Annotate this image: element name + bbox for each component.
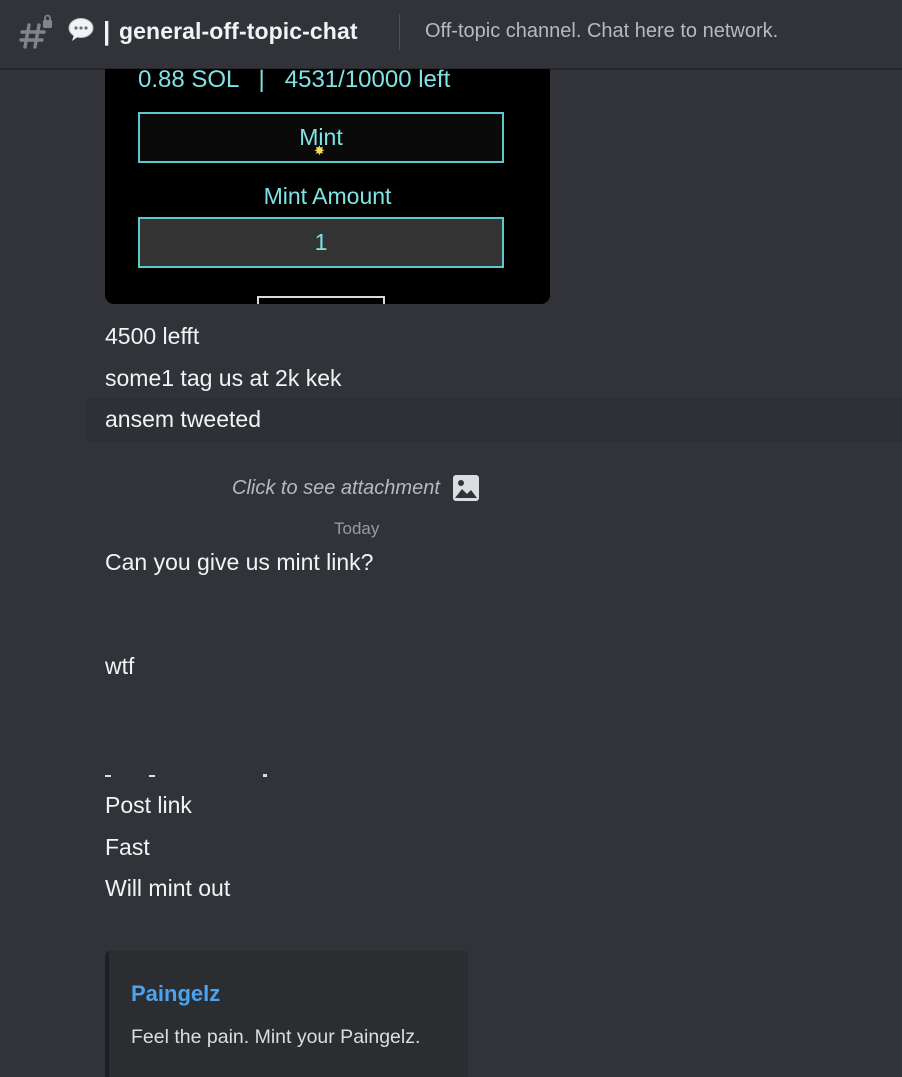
message-text: Fast — [105, 834, 150, 860]
attachment-label: Click to see attachment — [232, 476, 440, 499]
channel-name: general-off-topic-chat — [119, 18, 358, 44]
mint-stats-text: 0.88 SOL | 4531/10000 left — [138, 66, 451, 93]
message-text: 4500 lefft — [105, 323, 200, 349]
clipped-text-fragment — [105, 774, 267, 777]
message-text: Can you give us mint link? — [105, 549, 374, 575]
date-divider: Today — [334, 519, 380, 538]
mint-amount-field-image: 1 — [138, 217, 504, 268]
message-text: wtf — [105, 653, 135, 679]
message-text: Will mint out — [105, 875, 231, 901]
cropped-box — [257, 296, 385, 304]
attachment-spoiler[interactable]: Click to see attachment — [232, 473, 480, 503]
channel-header: | general-off-topic-chat Off-topic chann… — [0, 0, 902, 69]
speech-bubble-icon — [68, 18, 94, 41]
cursor-sparkle-icon: ✸ — [314, 143, 325, 158]
header-divider — [399, 14, 400, 50]
mint-amount-value: 1 — [314, 229, 328, 255]
locked-hash-icon — [19, 14, 52, 49]
message-text: ansem tweeted — [105, 406, 261, 432]
mint-amount-label: Mint Amount — [263, 183, 392, 209]
embed-description: Feel the pain. Mint your Paingelz. — [131, 1026, 421, 1048]
image-icon — [452, 475, 479, 501]
message-text: some1 tag us at 2k kek — [105, 365, 342, 391]
channel-name-separator: | — [103, 16, 111, 46]
embed-title-link[interactable]: Paingelz — [131, 981, 220, 1007]
mint-screenshot-image[interactable]: 0.88 SOL | 4531/10000 left Mint ✸ Mint A… — [105, 40, 550, 304]
channel-topic[interactable]: Off-topic channel. Chat here to network. — [425, 18, 778, 44]
link-embed: Paingelz Feel the pain. Mint your Painge… — [105, 951, 468, 1077]
message-text: Post link — [105, 792, 192, 818]
